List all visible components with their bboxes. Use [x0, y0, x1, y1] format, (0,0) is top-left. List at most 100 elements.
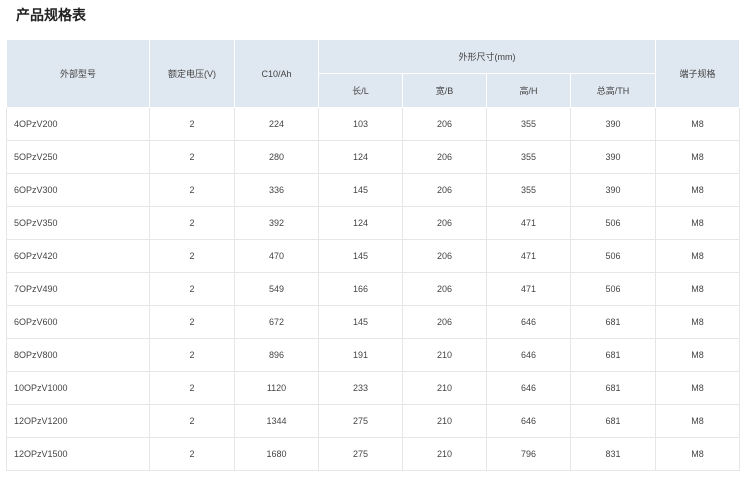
cell-terminal: M8 [655, 437, 740, 471]
spec-table: 外部型号 额定电压(V) C10/Ah 外形尺寸(mm) 端子规格 长/L 宽/… [6, 39, 740, 471]
cell-terminal: M8 [655, 272, 740, 306]
cell-model: 12OPzV1500 [6, 437, 150, 471]
table-row: 10OPzV1000 2 1120 233 210 646 681 M8 [6, 371, 740, 405]
cell-height: 646 [486, 371, 571, 405]
table-row: 6OPzV300 2 336 145 206 355 390 M8 [6, 173, 740, 207]
cell-voltage: 2 [149, 239, 235, 273]
cell-terminal: M8 [655, 371, 740, 405]
cell-width: 206 [402, 140, 487, 174]
header-model: 外部型号 [6, 39, 150, 108]
cell-capacity: 280 [234, 140, 319, 174]
cell-height: 471 [486, 239, 571, 273]
cell-total-height: 506 [570, 239, 656, 273]
cell-length: 145 [318, 239, 403, 273]
cell-width: 206 [402, 107, 487, 141]
table-row: 5OPzV250 2 280 124 206 355 390 M8 [6, 140, 740, 174]
cell-width: 210 [402, 437, 487, 471]
cell-voltage: 2 [149, 338, 235, 372]
cell-length: 233 [318, 371, 403, 405]
table-body: 4OPzV200 2 224 103 206 355 390 M8 5OPzV2… [6, 107, 740, 471]
cell-length: 145 [318, 305, 403, 339]
cell-terminal: M8 [655, 239, 740, 273]
cell-capacity: 470 [234, 239, 319, 273]
cell-voltage: 2 [149, 206, 235, 240]
cell-model: 7OPzV490 [6, 272, 150, 306]
cell-model: 6OPzV600 [6, 305, 150, 339]
cell-model: 8OPzV800 [6, 338, 150, 372]
header-total-height: 总高/TH [570, 73, 656, 108]
cell-width: 210 [402, 371, 487, 405]
cell-voltage: 2 [149, 437, 235, 471]
cell-width: 206 [402, 239, 487, 273]
cell-total-height: 831 [570, 437, 656, 471]
cell-height: 646 [486, 404, 571, 438]
header-voltage: 额定电压(V) [149, 39, 235, 108]
cell-width: 210 [402, 338, 487, 372]
cell-width: 210 [402, 404, 487, 438]
cell-width: 206 [402, 206, 487, 240]
cell-voltage: 2 [149, 272, 235, 306]
cell-terminal: M8 [655, 173, 740, 207]
cell-height: 355 [486, 140, 571, 174]
cell-model: 5OPzV250 [6, 140, 150, 174]
table-row: 6OPzV600 2 672 145 206 646 681 M8 [6, 305, 740, 339]
cell-height: 471 [486, 206, 571, 240]
cell-model: 4OPzV200 [6, 107, 150, 141]
table-header: 外部型号 额定电压(V) C10/Ah 外形尺寸(mm) 端子规格 长/L 宽/… [6, 39, 740, 108]
cell-height: 646 [486, 305, 571, 339]
cell-height: 646 [486, 338, 571, 372]
cell-terminal: M8 [655, 140, 740, 174]
cell-height: 355 [486, 107, 571, 141]
cell-model: 10OPzV1000 [6, 371, 150, 405]
cell-capacity: 392 [234, 206, 319, 240]
table-row: 8OPzV800 2 896 191 210 646 681 M8 [6, 338, 740, 372]
cell-voltage: 2 [149, 173, 235, 207]
table-row: 5OPzV350 2 392 124 206 471 506 M8 [6, 206, 740, 240]
table-row: 7OPzV490 2 549 166 206 471 506 M8 [6, 272, 740, 306]
header-terminal: 端子规格 [655, 39, 740, 108]
cell-length: 275 [318, 437, 403, 471]
cell-total-height: 681 [570, 371, 656, 405]
header-length: 长/L [318, 73, 403, 108]
cell-model: 5OPzV350 [6, 206, 150, 240]
cell-total-height: 390 [570, 173, 656, 207]
cell-terminal: M8 [655, 338, 740, 372]
header-height: 高/H [486, 73, 571, 108]
cell-width: 206 [402, 173, 487, 207]
header-dimensions: 外形尺寸(mm) [318, 39, 656, 74]
cell-total-height: 390 [570, 140, 656, 174]
cell-width: 206 [402, 272, 487, 306]
cell-length: 275 [318, 404, 403, 438]
cell-voltage: 2 [149, 305, 235, 339]
cell-capacity: 896 [234, 338, 319, 372]
cell-capacity: 224 [234, 107, 319, 141]
cell-total-height: 681 [570, 404, 656, 438]
cell-capacity: 1120 [234, 371, 319, 405]
cell-model: 6OPzV420 [6, 239, 150, 273]
cell-capacity: 672 [234, 305, 319, 339]
cell-total-height: 681 [570, 338, 656, 372]
cell-terminal: M8 [655, 107, 740, 141]
cell-length: 103 [318, 107, 403, 141]
table-row: 4OPzV200 2 224 103 206 355 390 M8 [6, 107, 740, 141]
cell-total-height: 390 [570, 107, 656, 141]
cell-capacity: 336 [234, 173, 319, 207]
cell-length: 124 [318, 140, 403, 174]
cell-total-height: 506 [570, 272, 656, 306]
cell-voltage: 2 [149, 404, 235, 438]
cell-height: 355 [486, 173, 571, 207]
cell-voltage: 2 [149, 107, 235, 141]
cell-length: 191 [318, 338, 403, 372]
cell-total-height: 506 [570, 206, 656, 240]
cell-length: 145 [318, 173, 403, 207]
cell-length: 166 [318, 272, 403, 306]
cell-length: 124 [318, 206, 403, 240]
page-title: 产品规格表 [16, 8, 86, 24]
cell-total-height: 681 [570, 305, 656, 339]
header-capacity: C10/Ah [234, 39, 319, 108]
table-row: 6OPzV420 2 470 145 206 471 506 M8 [6, 239, 740, 273]
cell-voltage: 2 [149, 140, 235, 174]
cell-width: 206 [402, 305, 487, 339]
cell-terminal: M8 [655, 305, 740, 339]
cell-model: 12OPzV1200 [6, 404, 150, 438]
